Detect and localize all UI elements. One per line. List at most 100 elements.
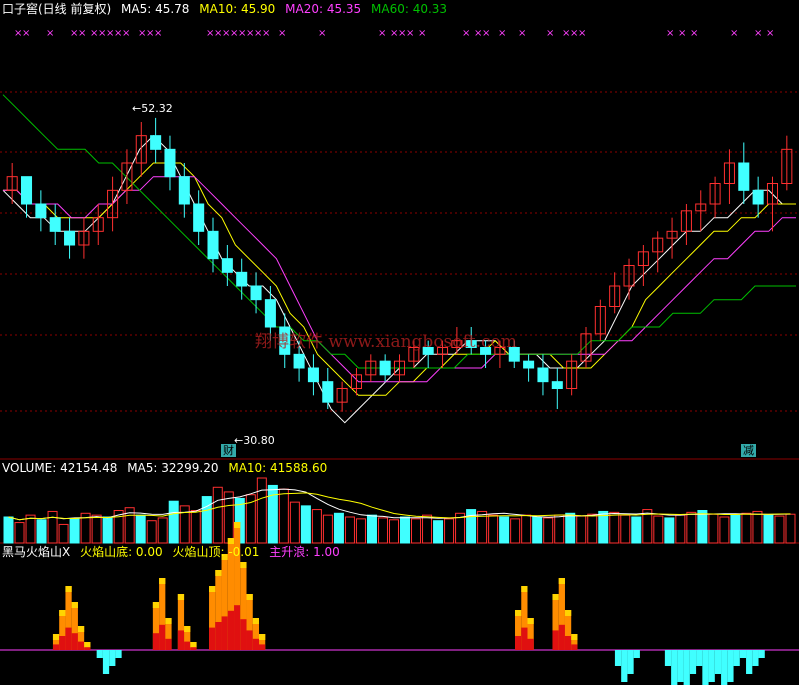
flame-bar-base [571, 644, 578, 650]
flame-bar-tip [571, 634, 578, 640]
volume-bar [620, 514, 631, 544]
volume-bar [686, 511, 697, 544]
volume-bar [146, 520, 157, 544]
flame-bar-base [234, 605, 241, 650]
valley-bar [746, 650, 753, 674]
candle-body [551, 381, 563, 389]
candle-body [164, 148, 176, 178]
flame-bar-base [152, 633, 160, 650]
signal-marker: × [122, 28, 130, 39]
volume-bar [14, 522, 25, 544]
flame-bar-tip [240, 562, 247, 568]
volume-bar [510, 518, 521, 544]
price-header: 口子窖(日线 前复权) MA5: 45.78 MA10: 45.90 MA20:… [2, 2, 453, 16]
flame-bar-base [221, 616, 228, 650]
flame-bar-tip [77, 626, 85, 632]
flame-bar-base [527, 638, 534, 650]
volume-bar [631, 516, 642, 544]
flame-bar-tip [215, 570, 222, 576]
valley-bar [627, 650, 634, 674]
volume-bar [521, 514, 532, 544]
volume-bar [774, 515, 785, 544]
valley-bar [614, 650, 622, 666]
candle-body [64, 230, 76, 246]
flame-bar-base [165, 638, 172, 650]
flame-bar-tip [52, 634, 60, 640]
low-price-label: ←30.80 [234, 434, 275, 447]
volume-bar [311, 509, 322, 544]
volume-label: VOLUME: 42154.48 [2, 461, 118, 475]
volume-bar [69, 518, 80, 544]
candle-body [178, 176, 190, 205]
signal-marker: × [766, 28, 774, 39]
flame-bar-tip [515, 610, 522, 616]
indicator-top: 火焰山顶: -0.01 [172, 545, 260, 559]
valley-bar [733, 650, 740, 666]
volume-bar [554, 514, 565, 544]
flame-bar-base [77, 641, 85, 650]
candle-body [752, 189, 764, 205]
flame-bar-tip [227, 538, 235, 544]
signal-marker: × [154, 28, 162, 39]
flame-bar-base [215, 622, 222, 650]
flame-bar-base [159, 624, 166, 650]
flame-bar-tip [259, 634, 266, 640]
candle-body [20, 176, 33, 205]
flame-bar-tip [152, 602, 160, 608]
volume-header: VOLUME: 42154.48 MA5: 32299.20 MA10: 415… [2, 461, 333, 475]
volume-bar [47, 510, 58, 544]
valley-bar [671, 650, 678, 685]
signal-marker: × [418, 28, 426, 39]
valley-bar [721, 650, 728, 685]
volume-bar [157, 517, 168, 544]
signal-marker: × [690, 28, 698, 39]
flame-bar-tip [59, 610, 66, 616]
signal-marker: × [518, 28, 526, 39]
signal-marker: × [462, 28, 470, 39]
valley-bar [664, 650, 672, 666]
volume-bar [675, 514, 686, 544]
flame-bar-tip [65, 586, 72, 592]
candle-body [207, 230, 219, 260]
candle-body [307, 367, 319, 383]
candle-body [264, 299, 276, 328]
signal-marker: × [46, 28, 54, 39]
high-price-label: ←52.32 [132, 102, 173, 115]
candle-body [738, 162, 750, 191]
volume-bar [36, 519, 47, 544]
volume-bar [322, 514, 333, 544]
valley-bar [752, 650, 759, 666]
volume-bar [730, 514, 741, 544]
flame-bar-tip [527, 618, 534, 624]
volume-bar [300, 505, 311, 544]
volume-bar [102, 516, 113, 544]
flame-bar-tip [552, 594, 559, 600]
candle-body [379, 360, 391, 376]
volume-bar [697, 510, 708, 544]
volume-bar [58, 523, 69, 544]
signal-marker: × [730, 28, 738, 39]
signal-marker: × [378, 28, 386, 39]
signal-marker: × [278, 28, 286, 39]
valley-bar [109, 650, 116, 666]
volume-bar [3, 516, 14, 544]
stock-title: 口子窖(日线 前复权) [2, 2, 112, 16]
volume-bar [488, 514, 499, 544]
volume-bar [377, 517, 388, 544]
signal-marker: × [318, 28, 326, 39]
indicator-bottom: 火焰山底: 0.00 [80, 545, 163, 559]
flame-bar-base [177, 630, 185, 650]
signal-marker: × [754, 28, 762, 39]
volume-bar [587, 513, 598, 544]
signal-sell-marker: 减 [741, 444, 756, 457]
valley-bar [727, 650, 734, 682]
candle-body [221, 258, 233, 273]
volume-bar [763, 514, 774, 544]
signal-marker: × [262, 28, 270, 39]
volume-bar [752, 510, 763, 544]
valley-bar [739, 650, 747, 658]
flame-bar-base [240, 619, 247, 650]
volume-bar [466, 509, 477, 544]
ma10-label: MA10: 45.90 [199, 2, 276, 16]
flame-bar-base [209, 627, 216, 650]
